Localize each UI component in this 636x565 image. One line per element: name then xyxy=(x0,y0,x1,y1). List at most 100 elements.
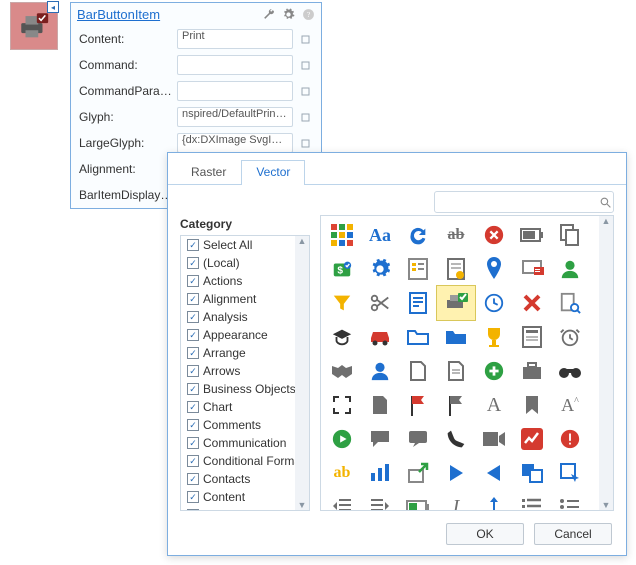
tab-vector[interactable]: Vector xyxy=(241,160,305,185)
window-icon[interactable] xyxy=(513,456,551,490)
category-item[interactable]: ✓Content xyxy=(181,488,309,506)
video-icon[interactable] xyxy=(475,422,513,456)
prop-value[interactable] xyxy=(177,81,293,101)
reset-marker-icon[interactable] xyxy=(297,135,313,151)
prop-value[interactable]: Print xyxy=(177,29,293,49)
checkbox-icon[interactable]: ✓ xyxy=(187,437,199,449)
gear-icon[interactable] xyxy=(361,252,399,286)
category-item[interactable]: ✓Arrange xyxy=(181,344,309,362)
page-icon[interactable] xyxy=(399,354,437,388)
category-item[interactable]: ✓Arrows xyxy=(181,362,309,380)
checklist-icon[interactable] xyxy=(399,252,437,286)
reset-marker-icon[interactable] xyxy=(297,83,313,99)
clock-icon[interactable] xyxy=(475,286,513,320)
checkbox-icon[interactable]: ✓ xyxy=(187,491,199,503)
category-item[interactable]: ✓Conditional Forma xyxy=(181,452,309,470)
phone-icon[interactable] xyxy=(437,422,475,456)
scissors-icon[interactable] xyxy=(361,286,399,320)
ok-button[interactable]: OK xyxy=(446,523,524,545)
article-icon[interactable] xyxy=(399,286,437,320)
handshake-icon[interactable] xyxy=(323,354,361,388)
italic-icon[interactable]: I xyxy=(437,490,475,511)
cart-icon[interactable] xyxy=(513,252,551,286)
indent-l-icon[interactable] xyxy=(323,490,361,511)
flag-red-icon[interactable] xyxy=(399,388,437,422)
flag-gray-icon[interactable] xyxy=(437,388,475,422)
category-list[interactable]: ✓Select All✓(Local)✓Actions✓Alignment✓An… xyxy=(180,235,310,511)
cancel-button[interactable]: Cancel xyxy=(534,523,612,545)
play-circle-icon[interactable] xyxy=(323,422,361,456)
strike-ab-icon[interactable]: ab xyxy=(437,218,475,252)
prop-value[interactable]: nspired/DefaultPrinter.svg} … xyxy=(177,107,293,127)
copy-icon[interactable] xyxy=(551,218,589,252)
doc-bold-icon[interactable] xyxy=(361,388,399,422)
checkbox-icon[interactable]: ✓ xyxy=(187,383,199,395)
binoculars-icon[interactable] xyxy=(551,354,589,388)
category-item[interactable]: ✓Business Objects xyxy=(181,380,309,398)
ab-icon[interactable]: ab xyxy=(323,456,361,490)
category-item[interactable]: ✓Select All xyxy=(181,236,309,254)
panel-title[interactable]: BarButtonItem xyxy=(77,7,255,22)
grad-icon[interactable] xyxy=(323,320,361,354)
indent-r-icon[interactable] xyxy=(361,490,399,511)
grid-3x3-icon[interactable] xyxy=(323,218,361,252)
search-input[interactable] xyxy=(434,191,614,213)
list-icon[interactable] xyxy=(513,490,551,511)
trophy-icon[interactable] xyxy=(475,320,513,354)
checkbox-icon[interactable]: ✓ xyxy=(187,329,199,341)
alarm-icon[interactable] xyxy=(551,320,589,354)
drag-handle-icon[interactable]: ◂ xyxy=(47,1,59,13)
checkbox-icon[interactable]: ✓ xyxy=(187,311,199,323)
warning-icon[interactable] xyxy=(551,422,589,456)
reset-marker-icon[interactable] xyxy=(297,109,313,125)
a-caret-icon[interactable]: A^ xyxy=(551,388,589,422)
pin-icon[interactable] xyxy=(475,252,513,286)
reset-marker-icon[interactable] xyxy=(297,31,313,47)
prop-value[interactable] xyxy=(177,55,293,75)
category-item[interactable]: ✓(Local) xyxy=(181,254,309,272)
funnel-icon[interactable] xyxy=(323,286,361,320)
folder-icon[interactable] xyxy=(399,320,437,354)
close-red-icon[interactable] xyxy=(513,286,551,320)
toolbox-swatch[interactable]: ◂ xyxy=(10,2,58,50)
icon-grid[interactable]: Aaab$AA^abI123123 ▲▼ xyxy=(320,215,614,511)
user-solid-icon[interactable] xyxy=(361,354,399,388)
refresh-icon[interactable] xyxy=(399,218,437,252)
letter-a-icon[interactable]: A xyxy=(475,388,513,422)
bars-icon[interactable] xyxy=(361,456,399,490)
resize-v-icon[interactable] xyxy=(475,490,513,511)
text-aa-icon[interactable]: Aa xyxy=(361,218,399,252)
tab-raster[interactable]: Raster xyxy=(176,160,241,185)
briefcase-icon[interactable] xyxy=(513,354,551,388)
category-item[interactable]: ✓Appearance xyxy=(181,326,309,344)
plus-circle-icon[interactable] xyxy=(475,354,513,388)
play-left-icon[interactable] xyxy=(475,456,513,490)
help-icon[interactable]: ? xyxy=(301,8,315,22)
speech-icon[interactable] xyxy=(399,422,437,456)
chat-icon[interactable] xyxy=(361,422,399,456)
user-icon[interactable] xyxy=(551,252,589,286)
category-item[interactable]: ✓Alignment xyxy=(181,290,309,308)
checkbox-icon[interactable]: ✓ xyxy=(187,257,199,269)
checkbox-icon[interactable]: ✓ xyxy=(187,509,199,511)
trend-red-icon[interactable] xyxy=(513,422,551,456)
play-blue-icon[interactable] xyxy=(437,456,475,490)
category-item[interactable]: ✓Analysis xyxy=(181,308,309,326)
checkbox-icon[interactable]: ✓ xyxy=(187,293,199,305)
icon-grid-scrollbar[interactable]: ▲▼ xyxy=(599,216,613,510)
checkbox-icon[interactable]: ✓ xyxy=(187,473,199,485)
bookmark-icon[interactable] xyxy=(513,388,551,422)
wrench-icon[interactable] xyxy=(261,8,275,22)
invoice-icon[interactable] xyxy=(437,252,475,286)
checkbox-icon[interactable]: ✓ xyxy=(187,239,199,251)
checkbox-icon[interactable]: ✓ xyxy=(187,347,199,359)
checkbox-icon[interactable]: ✓ xyxy=(187,365,199,377)
checkbox-icon[interactable]: ✓ xyxy=(187,455,199,467)
doc-search-icon[interactable] xyxy=(551,286,589,320)
car-icon[interactable] xyxy=(361,320,399,354)
page-line-icon[interactable] xyxy=(437,354,475,388)
battery-half-icon[interactable] xyxy=(399,490,437,511)
checkbox-icon[interactable]: ✓ xyxy=(187,401,199,413)
category-scrollbar[interactable]: ▲▼ xyxy=(295,236,309,510)
category-item[interactable]: ✓Communication xyxy=(181,434,309,452)
